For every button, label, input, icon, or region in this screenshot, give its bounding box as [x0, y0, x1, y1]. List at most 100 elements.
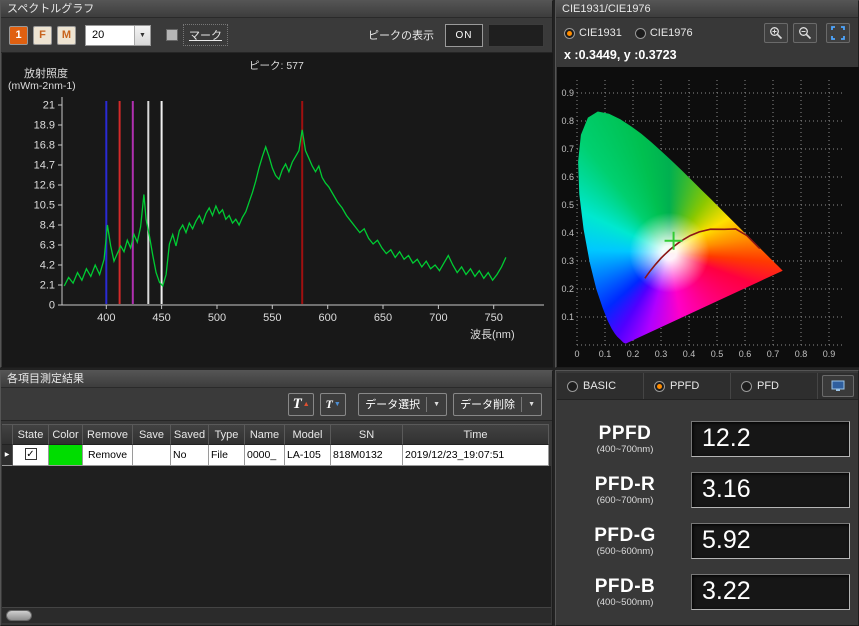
time-cell: 2019/12/23_19:07:51 [403, 445, 549, 466]
table-row: ▶ ✓ Remove No File 0000_ LA-105 818M0132… [2, 445, 551, 466]
header-type: Type [209, 424, 245, 445]
svg-text:700: 700 [429, 312, 447, 324]
svg-text:12.6: 12.6 [34, 180, 55, 192]
font-increase-button[interactable]: T ▲ [288, 393, 314, 416]
display-mode-button[interactable] [822, 375, 854, 397]
name-cell: 0000_ [245, 445, 285, 466]
tab-basic[interactable]: BASIC [557, 373, 644, 399]
preset-m-button[interactable]: M [57, 26, 76, 45]
save-cell[interactable] [133, 445, 171, 466]
metric-range: (400~500nm) [565, 597, 685, 608]
spectrum-chart-area: 2118.916.814.712.610.58.46.34.22.1040045… [2, 53, 553, 367]
header-state: State [13, 424, 49, 445]
svg-text:400: 400 [97, 312, 115, 324]
metric-label: PFD-B [565, 576, 685, 598]
data-delete-button[interactable]: データ削除 ▼ [453, 393, 542, 416]
metric-value-box: 5.92 [691, 523, 850, 559]
metric-label: PFD-G [565, 525, 685, 547]
radio-icon [567, 381, 578, 392]
metric-value-box: 3.22 [691, 574, 850, 610]
color-cell[interactable] [49, 445, 83, 466]
fit-view-button[interactable] [826, 23, 850, 43]
header-save: Save [133, 424, 171, 445]
metric-range: (500~600nm) [565, 546, 685, 557]
preset-f-button[interactable]: F [33, 26, 52, 45]
y-axis-unit-label: (mWm-2nm-1) [8, 80, 76, 92]
metric-value: 3.22 [702, 577, 751, 606]
fit-view-icon [831, 26, 845, 40]
svg-text:650: 650 [374, 312, 392, 324]
svg-text:21: 21 [43, 100, 55, 112]
cie-coordinates-text: x :0.3449, y :0.3723 [564, 48, 677, 62]
ppfd-tab-bar: BASIC PPFD PFD [557, 373, 858, 400]
svg-text:450: 450 [152, 312, 170, 324]
spectrum-panel: スペクトルグラフ 1 F M 20 ▼ マーク ピークの表示 ON 21 18.9… [0, 0, 553, 368]
y-axis-label: 放射照度 [24, 65, 68, 81]
tab-ppfd[interactable]: PPFD [644, 373, 731, 399]
font-increase-icon: ▲ [303, 400, 310, 408]
metric-range: (600~700nm) [565, 495, 685, 506]
peak-display-label: ピークの表示 [368, 27, 434, 43]
font-decrease-button[interactable]: T ▼ [320, 393, 346, 416]
average-count-dropdown[interactable]: 20 ▼ [85, 25, 151, 46]
metric-row-pfd-b: PFD-B (400~500nm) 3.22 [557, 566, 858, 617]
app-window: { "icons": { "dropdown_arrow": "▼", "row… [0, 0, 859, 626]
results-panel-title: 各項目測定結果 [1, 371, 552, 388]
zoom-out-button[interactable] [793, 23, 817, 43]
ppfd-panel: BASIC PPFD PFD PPFD (400~700nm) 12.2 [555, 370, 859, 626]
header-remove: Remove [83, 424, 133, 445]
radio-icon [635, 28, 646, 39]
header-selector [2, 424, 13, 445]
svg-text:0: 0 [49, 300, 55, 312]
tab-pfd[interactable]: PFD [731, 373, 818, 399]
svg-text:8.4: 8.4 [40, 220, 55, 232]
state-cell: ✓ [13, 445, 49, 466]
metric-row-pfd-g: PFD-G (500~600nm) 5.92 [557, 515, 858, 566]
remove-button[interactable]: Remove [83, 445, 133, 466]
header-sn: SN [331, 424, 403, 445]
chevron-down-icon: ▼ [528, 401, 535, 408]
table-header-row: State Color Remove Save Saved Type Name … [2, 424, 551, 445]
svg-text:600: 600 [319, 312, 337, 324]
font-decrease-icon: ▼ [334, 400, 341, 408]
metric-range: (400~700nm) [565, 444, 685, 455]
metric-value-box: 3.16 [691, 472, 850, 508]
header-saved: Saved [171, 424, 209, 445]
x-axis-label: 波長(nm) [470, 326, 515, 342]
radio-icon [741, 381, 752, 392]
data-select-button[interactable]: データ選択 ▼ [358, 393, 447, 416]
scrollbar-thumb[interactable] [6, 610, 32, 621]
horizontal-scrollbar[interactable] [2, 607, 551, 623]
cie-panel: CIE1931/CIE1976 CIE1931 CIE1976 [555, 0, 859, 368]
header-time: Time [403, 424, 549, 445]
divider [426, 397, 427, 412]
preset-1-button[interactable]: 1 [9, 26, 28, 45]
ppfd-metrics: PPFD (400~700nm) 12.2 PFD-R (600~700nm) … [557, 401, 858, 624]
model-cell: LA-105 [285, 445, 331, 466]
radio-cie1931[interactable]: CIE1931 [564, 27, 622, 39]
saved-cell: No [171, 445, 209, 466]
chevron-down-icon: ▼ [433, 401, 440, 408]
display-icon [831, 380, 845, 392]
peak-off-segment[interactable] [488, 24, 544, 47]
svg-text:18.9: 18.9 [34, 120, 55, 132]
cie-diagram: 00.10.10.20.20.30.30.40.40.50.50.60.60.7… [557, 67, 859, 367]
spectrum-panel-title: スペクトルグラフ [1, 1, 552, 18]
svg-text:10.5: 10.5 [34, 200, 55, 212]
divider [521, 397, 522, 412]
cie-panel-title: CIE1931/CIE1976 [556, 1, 858, 18]
mark-label[interactable]: マーク [183, 24, 228, 46]
cie-toolbar: CIE1931 CIE1976 [556, 20, 858, 46]
metric-row-ppfd: PPFD (400~700nm) 12.2 [557, 413, 858, 464]
radio-cie1976[interactable]: CIE1976 [635, 27, 693, 39]
svg-text:550: 550 [263, 312, 281, 324]
mark-checkbox[interactable] [166, 29, 178, 41]
peak-on-button[interactable]: ON [445, 24, 483, 47]
zoom-in-icon [769, 26, 783, 40]
spectrum-toolbar: 1 F M 20 ▼ マーク ピークの表示 ON [1, 18, 552, 53]
zoom-in-button[interactable] [764, 23, 788, 43]
check-icon: ✓ [26, 449, 34, 460]
svg-text:750: 750 [485, 312, 503, 324]
cie-overlay [557, 67, 859, 367]
state-checkbox[interactable]: ✓ [25, 448, 37, 460]
